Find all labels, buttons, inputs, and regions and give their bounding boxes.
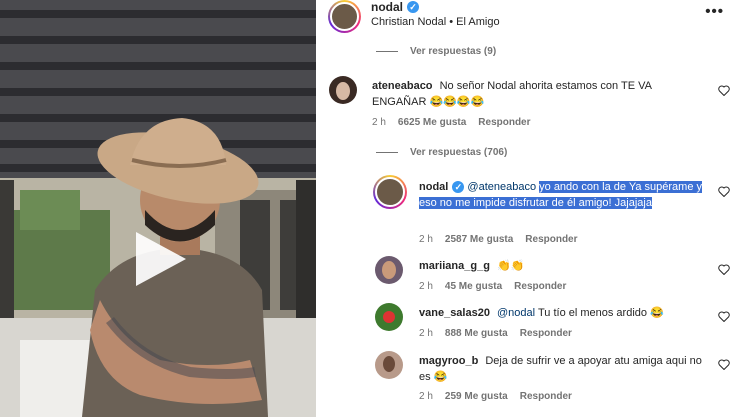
reply-button[interactable]: Responder (478, 117, 530, 128)
comment-text: Tu tío el menos ardido 😂 (537, 307, 664, 319)
comment-time: 2 h (419, 234, 433, 245)
comment-time: 2 h (419, 328, 433, 339)
comment-username[interactable]: ateneabaco (372, 80, 433, 92)
post-header: nodal ✓ Christian Nodal • El Amigo ••• (316, 0, 740, 38)
comment-likes[interactable]: 888 Me gusta (445, 328, 508, 339)
comment-mention[interactable]: @ateneabaco (467, 181, 536, 193)
commenter-avatar[interactable] (373, 175, 407, 209)
post-username[interactable]: nodal (371, 0, 403, 14)
video-player[interactable] (0, 0, 316, 417)
commenter-avatar[interactable] (375, 303, 403, 331)
verified-badge-icon: ✓ (452, 181, 465, 193)
more-options-icon[interactable]: ••• (705, 3, 724, 20)
comment-likes[interactable]: 45 Me gusta (445, 281, 502, 292)
reply-button[interactable]: Responder (514, 281, 566, 292)
post-author-avatar[interactable] (328, 0, 361, 33)
reply-button[interactable]: Responder (520, 328, 572, 339)
comment-body: mariiana_g_g 👏👏 (419, 258, 709, 274)
commenter-avatar[interactable] (329, 76, 357, 104)
comment-username[interactable]: mariiana_g_g (419, 260, 490, 272)
comment-meta: 2 h 2587 Me gusta Responder (419, 234, 578, 245)
heart-icon[interactable] (718, 311, 730, 322)
view-replies-label: Ver respuestas (9) (410, 46, 497, 57)
video-frame-image (0, 0, 316, 417)
verified-badge-icon: ✓ (407, 1, 419, 13)
heart-icon[interactable] (718, 85, 730, 96)
view-replies-label: Ver respuestas (706) (410, 147, 508, 158)
comment-body: magyroo_b Deja de sufrir ve a apoyar atu… (419, 353, 709, 385)
comment-text: 👏👏 (496, 260, 525, 272)
heart-icon[interactable] (718, 359, 730, 370)
comment-likes[interactable]: 259 Me gusta (445, 391, 508, 402)
comment-time: 2 h (419, 391, 433, 402)
reply-button[interactable]: Responder (525, 234, 577, 245)
comment-body: nodal ✓ @ateneabaco yo ando con la de Ya … (419, 179, 709, 211)
comment-body: ateneabaco No señor Nodal ahorita estamo… (372, 78, 702, 110)
post-author: nodal ✓ (371, 0, 419, 14)
comment-body: vane_salas20 @nodal Tu tío el menos ardi… (419, 305, 709, 321)
reply-button[interactable]: Responder (520, 391, 572, 402)
comment-time: 2 h (419, 281, 433, 292)
play-icon[interactable] (136, 232, 186, 286)
heart-icon[interactable] (718, 264, 730, 275)
comment-username[interactable]: nodal (419, 181, 448, 193)
comment-meta: 2 h 45 Me gusta Responder (419, 281, 566, 292)
comment-username[interactable]: vane_salas20 (419, 307, 490, 319)
comment-username[interactable]: magyroo_b (419, 355, 478, 367)
comment-likes[interactable]: 6625 Me gusta (398, 117, 466, 128)
comments-panel: nodal ✓ Christian Nodal • El Amigo ••• V… (316, 0, 740, 417)
heart-icon[interactable] (718, 186, 730, 197)
comment-meta: 2 h 888 Me gusta Responder (419, 328, 572, 339)
commenter-avatar[interactable] (375, 256, 403, 284)
comment-likes[interactable]: 2587 Me gusta (445, 234, 513, 245)
comment-mention[interactable]: @nodal (497, 307, 535, 319)
comment-time: 2 h (372, 117, 386, 128)
comment-meta: 2 h 6625 Me gusta Responder (372, 117, 531, 128)
comment-meta: 2 h 259 Me gusta Responder (419, 391, 572, 402)
commenter-avatar[interactable] (375, 351, 403, 379)
view-replies-button[interactable]: Ver respuestas (9) (376, 46, 496, 57)
post-subtitle: Christian Nodal • El Amigo (371, 16, 500, 28)
view-replies-button[interactable]: Ver respuestas (706) (376, 147, 507, 158)
